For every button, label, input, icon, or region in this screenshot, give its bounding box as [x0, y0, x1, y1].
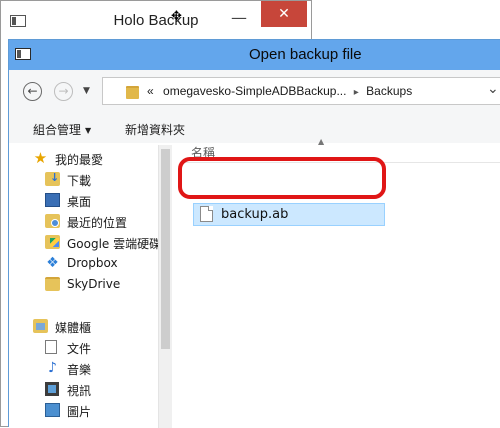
- chevron-down-icon[interactable]: ⌄: [487, 81, 499, 97]
- breadcrumb-item[interactable]: omegavesko-SimpleADBBackup...: [163, 84, 346, 98]
- highlight-annotation: [178, 157, 386, 199]
- google-drive-icon: [45, 235, 60, 249]
- dropbox-icon: ❖: [46, 255, 59, 271]
- folder-icon: [126, 86, 139, 99]
- nav-pane-scrollbar[interactable]: [158, 145, 173, 428]
- scrollbar-thumb[interactable]: [161, 149, 170, 349]
- nav-item-label: 文件: [67, 342, 92, 356]
- breadcrumb-overflow[interactable]: «: [147, 84, 154, 98]
- libraries-icon: [33, 319, 48, 333]
- new-folder-button[interactable]: 新增資料夾: [125, 121, 185, 138]
- recent-places-icon: [45, 214, 60, 228]
- nav-item-label: Dropbox: [67, 256, 118, 270]
- close-button[interactable]: ✕: [261, 1, 307, 27]
- navigation-pane: ★ 我的最愛 下載 桌面 最近的位置 Google 雲端硬碟 ❖ Dropbox…: [9, 143, 173, 428]
- star-icon: ★: [33, 149, 48, 167]
- nav-item-label: 桌面: [67, 195, 92, 209]
- documents-icon: [45, 340, 57, 354]
- nav-item-label: 視訊: [67, 384, 92, 398]
- address-bar[interactable]: « omegavesko-SimpleADBBackup... ▸ Backup…: [102, 77, 500, 105]
- holo-backup-titlebar[interactable]: Holo Backup ✥ — ✕: [1, 1, 311, 41]
- forward-button[interactable]: →: [54, 82, 73, 101]
- file-row[interactable]: backup.ab: [193, 203, 385, 226]
- dialog-titlebar[interactable]: Open backup file: [9, 40, 500, 70]
- desktop-icon: [45, 193, 60, 207]
- dialog-window-icon: [15, 48, 31, 60]
- pictures-icon: [45, 403, 60, 417]
- chevron-down-icon: ▼: [85, 126, 92, 135]
- breadcrumb: « omegavesko-SimpleADBBackup... ▸ Backup…: [147, 84, 412, 98]
- nav-item-label: 音樂: [67, 363, 92, 377]
- file-icon: [200, 206, 213, 222]
- nav-item-label: 最近的位置: [67, 216, 128, 230]
- sort-ascending-icon: ▲: [318, 137, 325, 146]
- music-icon: ♪: [48, 360, 57, 376]
- file-name: backup.ab: [221, 207, 289, 222]
- nav-item-label: SkyDrive: [67, 277, 121, 291]
- skydrive-folder-icon: [45, 277, 60, 291]
- dialog-title: Open backup file: [249, 46, 362, 63]
- address-row: ← → ▼ « omegavesko-SimpleADBBackup... ▸ …: [9, 70, 500, 114]
- minimize-button[interactable]: —: [219, 7, 259, 33]
- nav-item-label: Google 雲端硬碟: [67, 237, 162, 251]
- open-file-dialog: Open backup file ← → ▼ « omegavesko-Simp…: [8, 39, 500, 428]
- nav-item-label: 圖片: [67, 405, 92, 419]
- nav-item-label: 我的最愛: [55, 153, 104, 167]
- breadcrumb-item-backups[interactable]: Backups: [366, 84, 412, 98]
- move-cursor-icon: ✥: [171, 9, 182, 24]
- organize-button[interactable]: 組合管理 ▼: [33, 121, 91, 138]
- video-icon: [45, 382, 59, 396]
- breadcrumb-separator-icon[interactable]: ▸: [354, 87, 359, 98]
- recent-locations-dropdown[interactable]: ▼: [83, 86, 90, 96]
- organize-label: 組合管理: [33, 123, 82, 137]
- toolbar: 組合管理 ▼ 新增資料夾: [9, 114, 500, 144]
- downloads-folder-icon: [45, 171, 60, 186]
- nav-item-label: 下載: [67, 174, 92, 188]
- back-button[interactable]: ←: [23, 82, 42, 101]
- nav-item-label: 媒體櫃: [55, 321, 92, 335]
